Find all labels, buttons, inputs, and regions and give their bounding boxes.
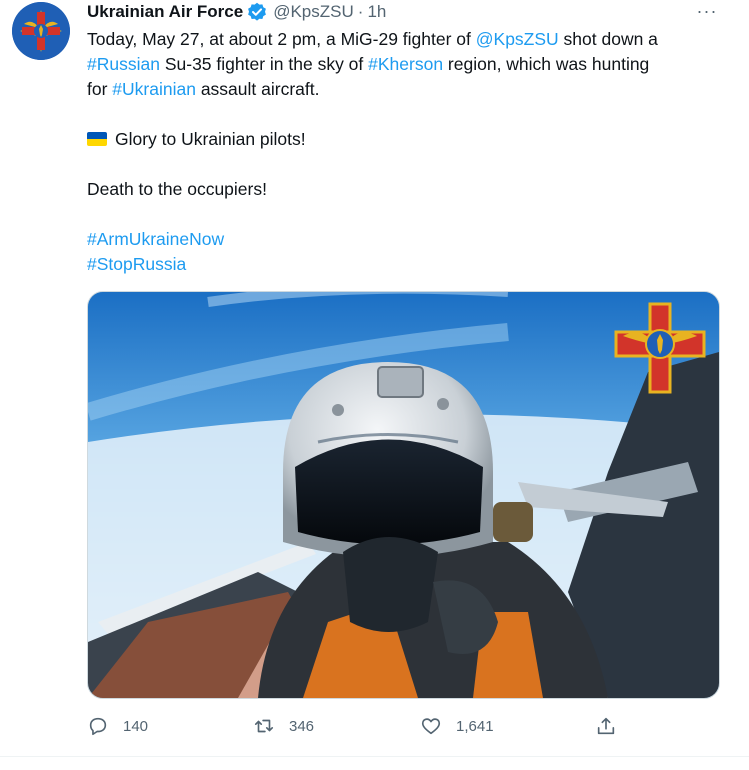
tweet-text-line-1: Today, May 27, at about 2 pm, a MiG-29 f… [87,27,717,52]
text-segment: assault aircraft. [195,79,320,99]
pilot-cockpit-photo [88,292,719,698]
like-count: 1,641 [456,717,494,735]
text-segment: Glory to Ukrainian pilots! [115,129,306,149]
reply-count: 140 [123,717,149,735]
tweet-divider [0,756,749,757]
text-segment: for [87,79,113,99]
text-segment: Today, May 27, at about 2 pm, a MiG-29 f… [87,29,476,49]
tweet-timestamp[interactable]: 1h [367,2,386,22]
tweet-text-line-3: for #Ukrainian assault aircraft. [87,77,717,102]
tweet-actions: 140 346 1,641 [87,712,627,740]
more-options-icon[interactable]: ··· [695,2,719,22]
tweet-text-glory-line: Glory to Ukrainian pilots! [87,127,717,152]
avatar[interactable] [12,2,70,60]
hashtag-link-kherson[interactable]: #Kherson [368,54,443,74]
retweet-button[interactable]: 346 [253,712,314,740]
ukraine-flag-icon [87,132,107,146]
tweet-media-photo[interactable] [87,291,720,699]
tweet-header: Ukrainian Air Force @KpsZSU · 1h [87,0,386,24]
text-segment: shot down a [558,29,658,49]
like-button[interactable]: 1,641 [420,712,494,740]
mention-link[interactable]: @KpsZSU [476,29,559,49]
retweet-icon [254,719,274,733]
text-segment: Su-35 fighter in the sky of [159,54,369,74]
tweet-text-death-line: Death to the occupiers! [87,179,267,199]
hashtag-link-stoprussia[interactable]: #StopRussia [87,252,717,277]
hashtag-link-armukrainenow[interactable]: #ArmUkraineNow [87,227,717,252]
author-handle[interactable]: @KpsZSU [273,2,354,22]
hashtag-link-russian[interactable]: #Russian [87,54,160,74]
heart-icon [421,718,441,735]
share-icon [597,717,615,735]
reply-icon [89,717,107,736]
tweet-text: Today, May 27, at about 2 pm, a MiG-29 f… [87,27,717,277]
tweet-text-line-2: #Russian Su-35 fighter in the sky of #Kh… [87,52,717,77]
author-display-name[interactable]: Ukrainian Air Force [87,2,243,22]
air-force-emblem-icon [12,2,70,60]
retweet-count: 346 [289,717,315,735]
text-segment: region, which was hunting [443,54,650,74]
header-separator: · [357,2,364,21]
share-button[interactable] [595,712,631,740]
hashtag-link-ukrainian[interactable]: #Ukrainian [112,79,196,99]
verified-badge-icon [247,2,267,22]
reply-button[interactable]: 140 [87,712,148,740]
tweet[interactable]: Ukrainian Air Force @KpsZSU · 1h ··· Tod… [0,0,749,770]
